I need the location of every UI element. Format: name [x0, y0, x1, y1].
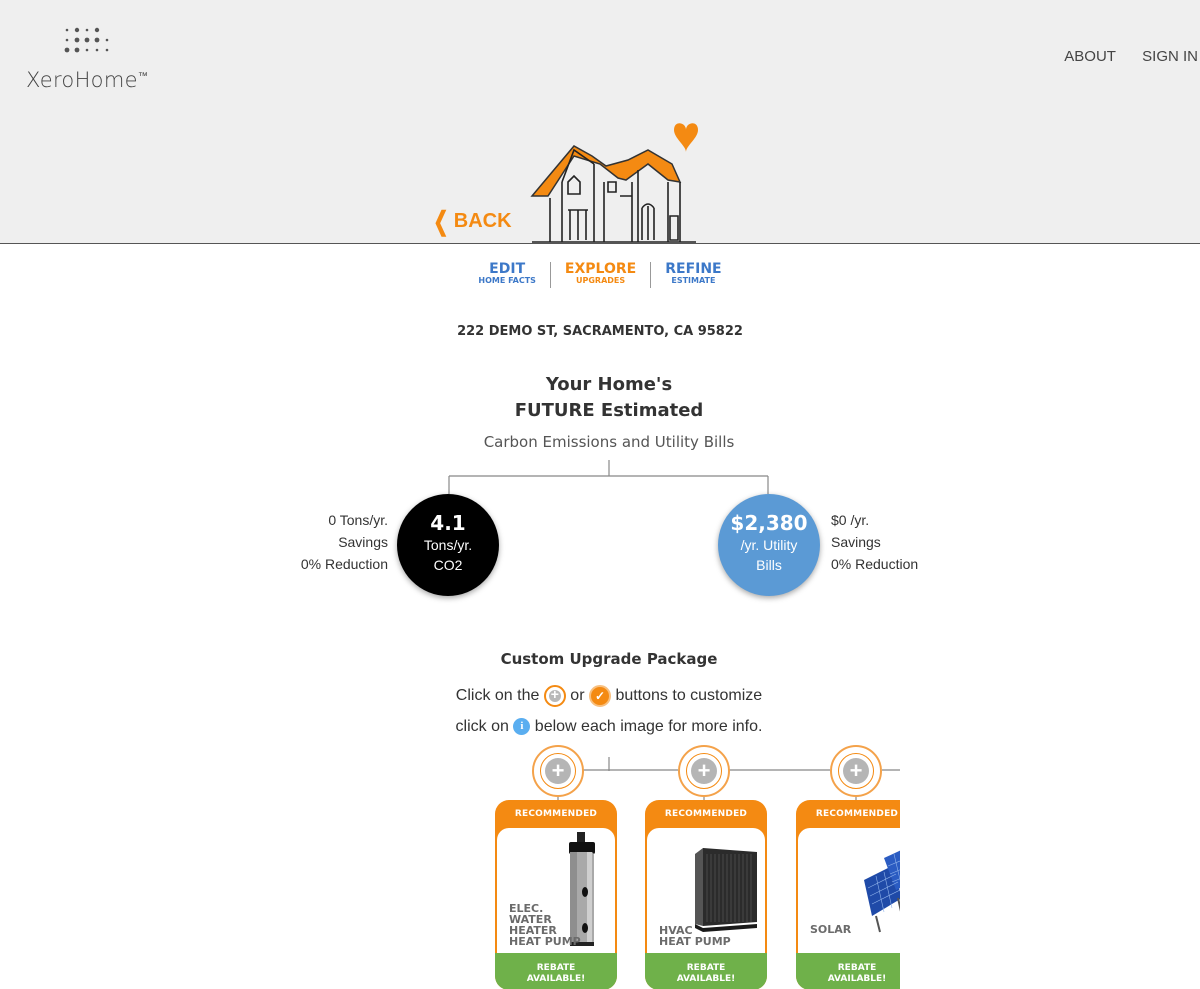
plus-icon — [543, 685, 566, 707]
page-title: Your Home's FUTURE Estimated — [0, 372, 1200, 424]
add-upgrade-button[interactable]: + — [532, 745, 584, 797]
xerohome-logo-icon[interactable] — [60, 26, 110, 64]
back-button[interactable]: ❮ BACK — [430, 206, 512, 237]
emissions-value: 4.1 — [430, 511, 466, 535]
recommended-badge: RECOMMENDED — [664, 809, 748, 819]
instruction-text: buttons to customize — [615, 687, 763, 705]
emissions-reduction: 0% Reduction — [300, 556, 388, 572]
step-refine[interactable]: REFINE ESTIMATE — [651, 262, 735, 288]
nav-sign-in[interactable]: SIGN IN — [1142, 48, 1198, 65]
emissions-savings-amount: 0 Tons/yr. — [328, 512, 388, 528]
add-ring: + — [838, 753, 874, 789]
rebate-line: REBATE — [536, 963, 576, 973]
back-label: BACK — [453, 210, 512, 232]
rebate-line: REBATE — [686, 963, 726, 973]
bills-savings: $0 /yr. Savings 0% Reduction — [831, 509, 918, 575]
house-illustration — [530, 123, 698, 243]
step-explore[interactable]: EXPLORE UPGRADES — [551, 262, 650, 288]
instruction-text: below each image for more info. — [534, 718, 763, 735]
card-body: ELEC. WATER HEATER HEAT PUMP — [497, 828, 615, 953]
emissions-circle: 4.1 Tons/yr. CO2 — [397, 494, 499, 596]
rebate-badge: REBATE AVAILABLE! — [796, 953, 900, 989]
add-upgrade-button[interactable]: + — [830, 745, 882, 797]
info-icon: i — [513, 718, 531, 736]
bills-unit: /yr. Utility — [740, 537, 798, 553]
add-ring: + — [686, 753, 722, 789]
bills-reduction: 0% Reduction — [831, 556, 919, 572]
emissions-label: CO2 — [433, 557, 463, 573]
progress-steps: EDIT HOME FACTS EXPLORE UPGRADES REFINE … — [0, 262, 1200, 288]
header: XeroHome™ ABOUT SIGN IN ❮ BACK — [0, 0, 1200, 244]
bills-savings-amount: $0 /yr. — [831, 512, 870, 528]
card-body: HVAC HEAT PUMP — [647, 828, 765, 953]
step-explore-sub: UPGRADES — [575, 276, 626, 285]
label-line: SOLAR — [810, 923, 852, 936]
emissions-unit: Tons/yr. — [423, 537, 473, 553]
instruction-text: or — [570, 687, 585, 705]
step-edit-title: EDIT — [489, 261, 526, 277]
rebate-badge: REBATE AVAILABLE! — [645, 953, 767, 989]
rebate-line: AVAILABLE! — [526, 974, 586, 984]
nav-about[interactable]: ABOUT — [1064, 48, 1116, 65]
page-subtitle: Carbon Emissions and Utility Bills — [483, 433, 735, 451]
add-upgrade-button[interactable]: + — [678, 745, 730, 797]
instruction-line-2: click on i below each image for more inf… — [0, 718, 1200, 736]
bills-savings-label: Savings — [831, 534, 881, 550]
title-line-1: Your Home's — [545, 374, 673, 395]
plus-icon: + — [545, 758, 571, 784]
chevron-left-icon: ❮ — [433, 206, 449, 236]
heart-icon — [674, 123, 698, 152]
instruction-text: Click on the — [455, 687, 540, 705]
step-edit[interactable]: EDIT HOME FACTS — [464, 262, 550, 288]
recommended-badge: RECOMMENDED — [514, 809, 598, 819]
card-label: SOLAR — [810, 924, 851, 935]
plus-icon: + — [843, 758, 869, 784]
rebate-line: REBATE — [837, 963, 877, 973]
bills-circle: $2,380 /yr. Utility Bills — [718, 494, 820, 596]
step-refine-title: REFINE — [665, 261, 722, 277]
upgrade-card-solar[interactable]: RECOMMENDED SOLAR REBATE AVAILABLE! — [796, 800, 900, 989]
upgrade-carousel[interactable]: + + + RECOMMENDED ELEC. WATER HEATER HEA… — [480, 745, 900, 989]
trademark: ™ — [137, 71, 149, 82]
bills-label: Bills — [756, 557, 782, 573]
logo-text: XeroHome — [26, 68, 138, 92]
card-label: ELEC. WATER HEATER HEAT PUMP — [509, 903, 581, 947]
upgrade-card-hvac[interactable]: RECOMMENDED HVAC HEAT PUMP REBATE AVAILA… — [645, 800, 767, 989]
step-explore-title: EXPLORE — [564, 261, 637, 277]
home-address: 222 DEMO ST, SACRAMENTO, CA 95822 — [457, 324, 743, 339]
card-body: SOLAR — [798, 828, 900, 953]
top-nav: ABOUT SIGN IN — [1064, 48, 1200, 65]
plus-icon: + — [691, 758, 717, 784]
title-line-2: FUTURE Estimated — [514, 400, 704, 421]
rebate-line: AVAILABLE! — [676, 974, 736, 984]
package-title: Custom Upgrade Package — [500, 650, 718, 668]
bills-value: $2,380 — [730, 511, 808, 535]
recommended-badge: RECOMMENDED — [815, 809, 899, 819]
card-label: HVAC HEAT PUMP — [659, 925, 731, 947]
emissions-savings-label: Savings — [338, 534, 388, 550]
logo-wordmark[interactable]: XeroHome™ — [26, 68, 148, 92]
instruction-text: click on — [455, 718, 509, 735]
rebate-line: AVAILABLE! — [827, 974, 887, 984]
step-edit-sub: HOME FACTS — [478, 276, 536, 285]
upgrade-card-water-heater[interactable]: RECOMMENDED ELEC. WATER HEATER HEAT PUMP… — [495, 800, 617, 989]
label-line: HEAT PUMP — [509, 935, 581, 948]
emissions-savings: 0 Tons/yr. Savings 0% Reduction — [301, 509, 388, 575]
instruction-line-1: Click on the or ✓ buttons to customize — [0, 685, 1200, 707]
add-ring: + — [540, 753, 576, 789]
step-refine-sub: ESTIMATE — [671, 276, 716, 285]
check-icon: ✓ — [588, 685, 611, 707]
label-line: HEAT PUMP — [659, 935, 731, 948]
rebate-badge: REBATE AVAILABLE! — [495, 953, 617, 989]
